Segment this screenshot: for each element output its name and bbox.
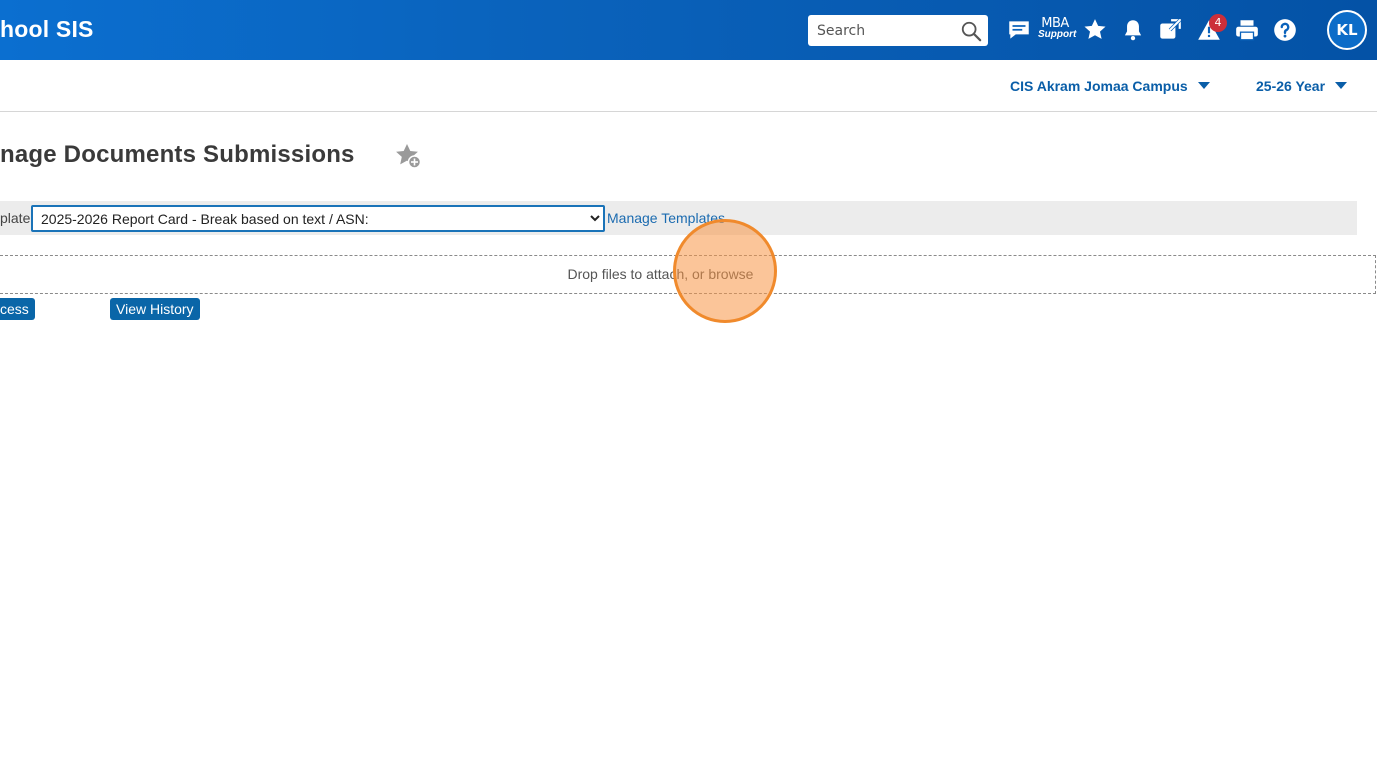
search-input[interactable] <box>817 21 957 41</box>
help-icon[interactable] <box>1272 17 1298 43</box>
template-select[interactable]: 2025-2026 Report Card - Break based on t… <box>31 205 605 232</box>
context-bar: CIS Akram Jomaa Campus 25-26 Year <box>0 60 1377 112</box>
year-selector[interactable]: 25-26 Year <box>1256 78 1348 94</box>
process-button[interactable]: cess <box>0 298 35 320</box>
favorites-star-icon[interactable] <box>1082 17 1108 43</box>
mba-support-icon[interactable]: MBA Support <box>1038 17 1077 43</box>
view-history-button[interactable]: View History <box>110 298 200 320</box>
year-label: 25-26 Year <box>1256 78 1326 94</box>
template-label: plate <box>0 210 31 226</box>
app-brand[interactable]: hool SIS <box>0 16 94 43</box>
template-row: plate 2025-2026 Report Card - Break base… <box>0 201 1357 235</box>
search-box[interactable] <box>808 15 988 46</box>
campus-label: CIS Akram Jomaa Campus <box>1010 78 1188 94</box>
add-favorite-star-icon[interactable] <box>393 141 425 173</box>
file-dropzone[interactable]: Drop files to attach, or browse <box>0 255 1376 294</box>
page-title: nage Documents Submissions <box>0 141 355 168</box>
dropzone-text: Drop files to attach, or browse <box>567 266 754 282</box>
alerts-count-badge: 4 <box>1209 14 1227 32</box>
messages-icon[interactable] <box>1006 17 1032 43</box>
mba-support-label: Support <box>1038 29 1077 40</box>
top-header: hool SIS MBA Support 4 <box>0 0 1377 60</box>
print-icon[interactable] <box>1234 17 1260 43</box>
chevron-down-icon <box>1335 82 1348 89</box>
search-icon[interactable] <box>960 20 982 42</box>
campus-selector[interactable]: CIS Akram Jomaa Campus <box>1010 78 1210 94</box>
user-avatar[interactable]: KL <box>1327 10 1367 50</box>
external-link-icon[interactable] <box>1157 17 1183 43</box>
notifications-bell-icon[interactable] <box>1120 17 1146 43</box>
chevron-down-icon <box>1197 82 1210 89</box>
manage-templates-link[interactable]: Manage Templates <box>607 210 725 226</box>
